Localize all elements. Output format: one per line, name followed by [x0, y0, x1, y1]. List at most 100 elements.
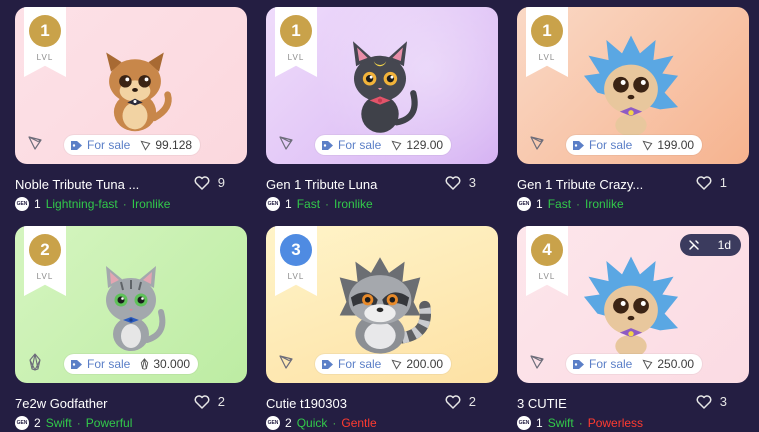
- blue-hedgehog-illustration: [583, 35, 679, 137]
- separator-dot: ·: [76, 416, 81, 430]
- cutie-name[interactable]: Gen 1 Tribute Luna: [266, 177, 377, 192]
- cutie-meta: GEN 1 Fast · Ironlike: [517, 197, 624, 211]
- price-pill[interactable]: For sale 99.128: [64, 135, 201, 155]
- generation: 2: [34, 416, 41, 430]
- gen-badge: GEN: [15, 416, 29, 430]
- generation: 2: [285, 416, 292, 430]
- heart-icon: [445, 175, 461, 190]
- blue-hedgehog-illustration: [583, 256, 679, 358]
- generation: 1: [536, 197, 543, 211]
- price-value: 250.00: [657, 357, 695, 371]
- cutie-meta: GEN 1 Swift · Powerless: [517, 416, 643, 430]
- black-cat-illustration: [352, 41, 418, 133]
- separator-dot: ·: [578, 416, 583, 430]
- cutie-name[interactable]: 7e2w Godfather: [15, 396, 108, 411]
- gen-badge: GEN: [517, 416, 531, 430]
- breeding-timer-badge: 1d: [679, 234, 741, 256]
- tron-icon: [140, 140, 151, 151]
- breeding-icon: [688, 240, 699, 250]
- price-value: 129.00: [406, 138, 444, 152]
- level-ribbon: 1 LVL: [24, 7, 66, 77]
- cutie-meta: GEN 1 Fast · Ironlike: [266, 197, 373, 211]
- tag-icon: [321, 140, 334, 151]
- level-label: LVL: [287, 53, 305, 62]
- trait-strength: Ironlike: [585, 197, 624, 211]
- cutie-name[interactable]: Cutie t190303: [266, 396, 347, 411]
- like-button[interactable]: 3: [696, 394, 727, 409]
- trait-strength: Gentle: [341, 416, 377, 430]
- price-pill[interactable]: For sale 199.00: [566, 135, 703, 155]
- separator-dot: ·: [576, 197, 581, 211]
- trait-strength: Powerful: [85, 416, 133, 430]
- heart-icon: [194, 394, 210, 409]
- trait-speed: Fast: [547, 197, 572, 211]
- cutie-name[interactable]: Gen 1 Tribute Crazy...: [517, 177, 643, 192]
- trait-strength: Powerless: [587, 416, 644, 430]
- tron-icon: [275, 351, 297, 373]
- cutie-name[interactable]: Noble Tribute Tuna ...: [15, 177, 139, 192]
- like-button[interactable]: 9: [194, 175, 225, 190]
- heart-icon: [194, 175, 210, 190]
- cutie-name[interactable]: 3 CUTIE: [517, 396, 567, 411]
- level-number: 1: [531, 15, 563, 47]
- trait-speed: Fast: [296, 197, 321, 211]
- price-value: 30.000: [153, 357, 191, 371]
- tron-icon: [391, 140, 402, 151]
- for-sale-label: For sale: [338, 357, 382, 371]
- generation: 1: [536, 416, 543, 430]
- heart-icon: [696, 394, 712, 409]
- for-sale-label: For sale: [87, 138, 131, 152]
- tron-icon: [642, 359, 653, 370]
- tron-icon: [642, 140, 653, 151]
- separator-dot: ·: [332, 416, 337, 430]
- heart-icon: [696, 175, 712, 190]
- like-button[interactable]: 2: [194, 394, 225, 409]
- trait-speed: Swift: [45, 416, 72, 430]
- level-ribbon: 4 LVL: [526, 226, 568, 296]
- level-ribbon: 3 LVL: [275, 226, 317, 296]
- cutie-artwork[interactable]: 4 LVL 1d For sale 250.00: [517, 226, 749, 383]
- trait-strength: Ironlike: [131, 197, 171, 211]
- generation: 1: [285, 197, 292, 211]
- cutie-artwork[interactable]: 1 LVL For sale: [15, 7, 247, 164]
- tag-icon: [70, 140, 83, 151]
- level-number: 4: [531, 234, 563, 266]
- tron-icon: [275, 132, 297, 154]
- tag-icon: [70, 359, 83, 370]
- cutie-meta: GEN 2 Quick · Gentle: [266, 416, 377, 430]
- like-button[interactable]: 2: [445, 394, 476, 409]
- level-label: LVL: [538, 272, 556, 281]
- tag-icon: [572, 140, 585, 151]
- price-value: 200.00: [406, 357, 444, 371]
- price-pill[interactable]: For sale 250.00: [566, 354, 703, 374]
- gen-badge: GEN: [266, 197, 280, 211]
- cutie-artwork[interactable]: 1 LVL For sale: [266, 7, 498, 164]
- price-pill[interactable]: For sale 129.00: [315, 135, 452, 155]
- level-number: 1: [280, 15, 312, 47]
- level-label: LVL: [287, 272, 305, 281]
- trait-speed: Quick: [296, 416, 328, 430]
- cutie-artwork[interactable]: 1 LVL For sale 199.00: [517, 7, 749, 164]
- eos-icon: [140, 358, 149, 370]
- level-ribbon: 2 LVL: [24, 226, 66, 296]
- cutie-meta: GEN 2 Swift · Powerful: [15, 416, 132, 430]
- trait-strength: Ironlike: [334, 197, 373, 211]
- likes-count: 2: [468, 394, 476, 409]
- generation: 1: [34, 197, 41, 211]
- likes-count: 2: [217, 394, 225, 409]
- cutie-artwork[interactable]: 3 LVL For sale 200.00: [266, 226, 498, 383]
- level-ribbon: 1 LVL: [526, 7, 568, 77]
- like-button[interactable]: 1: [696, 175, 727, 190]
- level-number: 2: [29, 234, 61, 266]
- level-label: LVL: [36, 53, 54, 62]
- likes-count: 3: [468, 175, 476, 190]
- tag-icon: [321, 359, 334, 370]
- level-label: LVL: [36, 272, 54, 281]
- tron-icon: [24, 132, 46, 154]
- price-pill[interactable]: For sale 30.000: [64, 354, 199, 374]
- price-pill[interactable]: For sale 200.00: [315, 354, 452, 374]
- like-button[interactable]: 3: [445, 175, 476, 190]
- price-value: 199.00: [657, 138, 695, 152]
- cutie-artwork[interactable]: 2 LVL For sale 30.000: [15, 226, 247, 383]
- timer-value: 1d: [717, 238, 731, 252]
